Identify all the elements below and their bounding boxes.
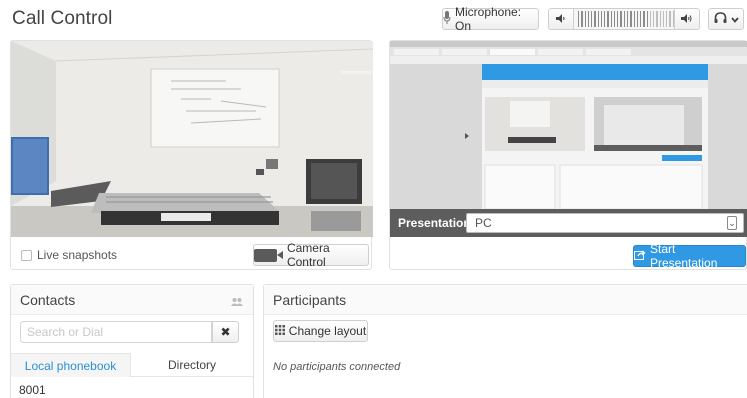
- participants-title: Participants: [273, 292, 347, 308]
- speaker-low-icon: [556, 12, 566, 26]
- participants-header: Participants: [264, 285, 747, 315]
- page-title: Call Control: [12, 8, 113, 29]
- presentation-bar: Presentation PC ⌄: [390, 209, 747, 237]
- start-presentation-button[interactable]: Start Presentation: [633, 242, 746, 270]
- add-contact-icon[interactable]: [231, 294, 243, 310]
- headset-icon: [714, 11, 727, 27]
- share-icon: [634, 249, 646, 263]
- contacts-title: Contacts: [20, 292, 76, 308]
- microphone-icon: [443, 11, 451, 27]
- contacts-header: Contacts: [11, 285, 253, 315]
- microphone-label: Microphone: On: [455, 5, 522, 33]
- live-snapshots-label: Live snapshots: [37, 248, 118, 262]
- headset-dropdown-button[interactable]: [708, 8, 744, 30]
- self-view-video: [11, 41, 373, 237]
- change-layout-label: Change layout: [288, 324, 367, 338]
- grid-icon: [274, 324, 285, 338]
- start-presentation-label: Start Presentation: [650, 242, 718, 270]
- video-panel: Live snapshots Camera Control: [10, 40, 373, 270]
- volume-up-button[interactable]: [674, 8, 700, 30]
- search-input[interactable]: [20, 321, 212, 343]
- microphone-button[interactable]: Microphone: On: [442, 5, 539, 33]
- volume-meter[interactable]: [574, 8, 674, 30]
- change-layout-button[interactable]: Change layout: [273, 320, 368, 342]
- tab-local-phonebook[interactable]: Local phonebook: [11, 353, 131, 377]
- camera-control-button[interactable]: Camera Control: [253, 241, 369, 269]
- camera-control-label: Camera Control: [286, 241, 330, 269]
- presentation-panel: Presentation PC ⌄ Start Presentation: [389, 40, 747, 270]
- close-icon: ✖: [220, 325, 231, 339]
- presentation-label: Presentation: [398, 216, 471, 230]
- camera-icon: [254, 248, 283, 262]
- volume-down-button[interactable]: [548, 8, 574, 30]
- presentation-preview: [390, 41, 747, 237]
- contacts-panel: Contacts ✖ Local phonebook Directory 800…: [10, 284, 254, 398]
- empty-participants-text: No participants connected: [273, 361, 401, 373]
- speaker-high-icon: [681, 12, 693, 26]
- select-arrow-icon: ⌄: [727, 216, 737, 230]
- clear-search-button[interactable]: ✖: [212, 321, 239, 343]
- chevron-down-icon: [730, 12, 739, 26]
- presentation-source-select[interactable]: PC ⌄: [466, 213, 744, 233]
- presentation-source-value: PC: [475, 216, 492, 230]
- participants-panel: Participants Change layout No participan…: [263, 284, 747, 398]
- live-snapshots-checkbox[interactable]: [21, 250, 32, 261]
- tab-directory[interactable]: Directory: [131, 353, 253, 377]
- list-item[interactable]: 8001: [19, 383, 46, 397]
